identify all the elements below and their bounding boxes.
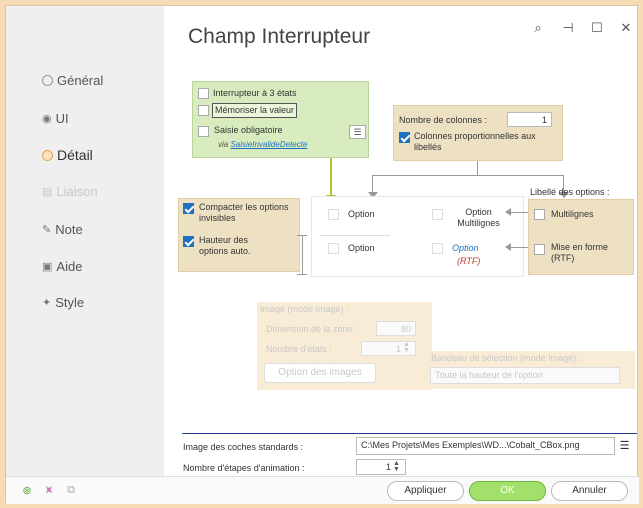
radio-active-icon (42, 149, 53, 161)
compacter-label: Compacter les options invisibles (199, 202, 289, 223)
stepper-icon[interactable]: ▲ ▼ (403, 341, 410, 354)
preview-rtf-option: Option (452, 243, 479, 253)
ok-button[interactable]: OK (469, 481, 546, 501)
sidebar-item-note[interactable]: ✎ Note (42, 222, 83, 237)
saisie-link[interactable]: SaisieInvalideDetecte (230, 140, 307, 149)
palette-icon: ✦ (42, 297, 52, 309)
menu-icon[interactable]: ☰ (616, 437, 633, 455)
preview-option: Option (348, 243, 375, 253)
saisie-checkbox[interactable] (198, 126, 209, 137)
sidebar-item-label: Général (57, 73, 104, 88)
via-label: via (218, 140, 229, 149)
dialog-window: Général ◉ UI Détail ▤ Liaison ✎ Note ▣ A… (5, 5, 639, 504)
help-doc-icon: ▣ (42, 261, 53, 273)
saisie-label: Saisie obligatoire (214, 125, 283, 135)
sidebar-item-label: Note (55, 222, 83, 237)
dimension-label: Dimension de la zone : (266, 324, 358, 334)
interrupteur-3-label: Interrupteur à 3 états (213, 88, 297, 98)
sidebar-item-detail[interactable]: Détail (42, 147, 93, 163)
sidebar-item-aide[interactable]: ▣ Aide (42, 259, 82, 274)
cancel-button[interactable]: Annuler (551, 481, 628, 501)
preview-checkbox (432, 243, 443, 254)
sidebar-item-label: Détail (57, 147, 93, 163)
maximize-icon[interactable]: ☐ (588, 20, 606, 36)
pencil-icon: ✎ (42, 224, 52, 236)
height-bracket (302, 235, 303, 275)
preview-checkbox (432, 209, 443, 220)
libelle-title: Libellé des options : (530, 187, 610, 197)
bandeau-select[interactable]: Toute la hauteur de l'option (430, 367, 620, 384)
arrow-head (505, 243, 511, 251)
memoriser-checkbox[interactable] (198, 105, 209, 116)
preview-checkbox (328, 243, 339, 254)
rtf-label: Mise en forme (RTF) (551, 242, 609, 263)
height-bracket (297, 274, 307, 275)
etats-label: Nombre d'états : (266, 344, 332, 354)
nb-colonnes-input[interactable]: 1 (507, 112, 552, 127)
proportional-label: Colonnes proportionnelles aux libellés (414, 131, 536, 152)
radio-icon (42, 75, 53, 86)
height-bracket (297, 235, 307, 236)
search-icon[interactable]: ⌕ (529, 20, 547, 36)
sidebar-item-label: Style (55, 295, 85, 310)
bottom-bar: ⊛ ⩙ ⧉ Appliquer OK Annuler (6, 476, 639, 504)
hauteur-checkbox[interactable] (183, 236, 194, 247)
divider-line (182, 433, 637, 434)
coches-label: Image des coches standards : (183, 442, 304, 452)
hauteur-label: Hauteur des options auto. (199, 235, 251, 256)
close-icon[interactable]: ✕ (617, 20, 635, 36)
connector-line (372, 175, 373, 193)
sidebar-item-ui[interactable]: ◉ UI (42, 111, 69, 126)
connector-line (477, 161, 478, 175)
link-icon: ▤ (42, 186, 53, 198)
sidebar-item-label: UI (55, 111, 69, 126)
stepper-icon[interactable]: ▲ ▼ (393, 460, 400, 473)
sidebar-item-general[interactable]: Général (42, 73, 103, 88)
interrupteur-3-checkbox[interactable] (198, 88, 209, 99)
compacter-checkbox[interactable] (183, 203, 194, 214)
page-title: Champ Interrupteur (188, 25, 371, 48)
connector-line (510, 212, 528, 213)
memoriser-label: Mémoriser la valeur (212, 103, 298, 118)
multilignes-label: Multilignes (551, 209, 594, 219)
title-bar: Champ Interrupteur ⌕ ⊣ ☐ ✕ (6, 6, 639, 56)
preview-rtf-tag: (RTF) (457, 256, 481, 266)
pin-icon[interactable]: ⊣ (559, 20, 577, 36)
copy-icon[interactable]: ⧉ (64, 484, 78, 498)
eye-icon: ◉ (42, 113, 52, 125)
nb-colonnes-label: Nombre de colonnes : (399, 115, 488, 125)
preview-checkbox (328, 209, 339, 220)
connector-line (372, 175, 564, 176)
apply-button[interactable]: Appliquer (387, 481, 464, 501)
sidebar-item-label: Liaison (56, 184, 98, 199)
chart-icon[interactable]: ⩙ (42, 484, 56, 498)
arrow-head (505, 208, 511, 216)
preview-option: Option (348, 209, 375, 219)
bandeau-title: Bandeau de sélection (mode Image) : (431, 353, 582, 363)
images-options-button[interactable]: Option des images (264, 363, 376, 383)
rtf-checkbox[interactable] (534, 244, 545, 255)
preview-multilignes: Option Multilignes (457, 207, 500, 228)
sidebar: Général ◉ UI Détail ▤ Liaison ✎ Note ▣ A… (6, 6, 164, 476)
image-panel-title: Image (mode Image) : (260, 304, 349, 314)
sidebar-item-style[interactable]: ✦ Style (42, 295, 84, 310)
via-row: via SaisieInvalideDetecte (218, 139, 307, 150)
multilignes-checkbox[interactable] (534, 209, 545, 220)
preview-divider (320, 235, 390, 236)
sidebar-item-liaison: ▤ Liaison (42, 184, 98, 199)
connector-line (510, 247, 528, 248)
sidebar-item-label: Aide (56, 259, 83, 274)
etapes-label: Nombre d'étapes d'animation : (183, 463, 305, 473)
settings-list-icon[interactable]: ☰ (349, 125, 366, 139)
dimension-input[interactable]: 80 (376, 321, 416, 336)
proportional-checkbox[interactable] (399, 132, 410, 143)
help-circle-icon[interactable]: ⊛ (20, 484, 34, 498)
coches-path-input[interactable]: C:\Mes Projets\Mes Exemples\WD...\Cobalt… (356, 437, 615, 455)
green-arrow-line (330, 158, 332, 196)
